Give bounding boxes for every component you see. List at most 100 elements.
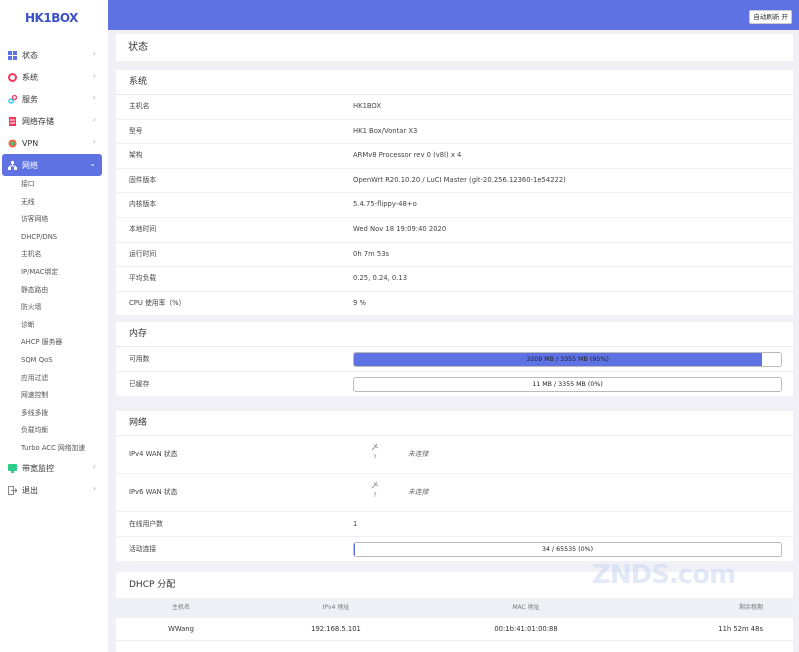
submenu-item[interactable]: 防火墙 — [0, 299, 108, 317]
row-value: ARMv8 Processor rev 0 (v8l) x 4 — [353, 151, 462, 160]
column-header: IPv4 地址 — [322, 604, 350, 611]
wan-unknown-icon: ? — [369, 481, 381, 500]
table-row: 架构 ARMv8 Processor rev 0 (v8l) x 4 — [116, 144, 793, 169]
section-title: 内存 — [116, 322, 793, 347]
cell-mac: 00:1b:41:01:00:88 — [494, 625, 558, 633]
submenu-item[interactable]: 应用过滤 — [0, 370, 108, 388]
submenu-item[interactable]: 接口 — [0, 176, 108, 194]
auto-refresh-button[interactable]: 自动刷新 开 — [749, 10, 792, 24]
sidebar-item-bandwidth[interactable]: 带宽监控 › — [0, 457, 108, 479]
table-row: WWang 192.168.5.101 00:1b:41:01:00:88 11… — [116, 618, 793, 641]
column-header: 剩余租期 — [738, 604, 763, 611]
progress-label: 34 / 65535 (0%) — [541, 546, 594, 553]
sidebar-item-label: 服务 — [22, 94, 38, 104]
submenu-item[interactable]: Turbo ACC 网络加速 — [0, 440, 108, 458]
table-row: 内核版本 5.4.75-flippy-48+o — [116, 193, 793, 218]
row-value: Wed Nov 18 19:09:40 2020 — [353, 224, 447, 233]
submenu-item[interactable]: IP/MAC绑定 — [0, 264, 108, 282]
dashboard-icon — [8, 50, 17, 60]
connections-progress: 34 / 65535 (0%) — [353, 542, 782, 557]
row-label: 本地时间 — [129, 224, 157, 233]
submenu-item[interactable]: 多线多拨 — [0, 405, 108, 423]
submenu-item[interactable]: 无线 — [0, 194, 108, 212]
row-label: 内核版本 — [129, 200, 157, 209]
row-label: 架构 — [129, 151, 143, 160]
icon-caption: ? — [373, 492, 377, 499]
link-icon — [8, 94, 18, 104]
row-label: 可用数 — [129, 355, 150, 363]
table-row: 可用数 3209 MB / 3355 MB (95%) — [116, 347, 793, 372]
row-label: IPv6 WAN 状态 — [129, 488, 178, 496]
row-label: 在线用户数 — [129, 520, 163, 528]
sidebar-item-logout[interactable]: 退出 › — [0, 479, 108, 501]
sidebar-item-system[interactable]: 系统 › — [0, 66, 108, 88]
table-row: 型号 HK1 Box/Vontar X3 — [116, 120, 793, 145]
sidebar-item-services[interactable]: 服务 › — [0, 88, 108, 110]
submenu-item[interactable]: AHCP 服务器 — [0, 334, 108, 352]
sidebar-item-label: 带宽监控 — [22, 463, 54, 473]
sidebar-item-label: 网络存储 — [22, 116, 54, 126]
chevron-right-icon: › — [92, 137, 96, 146]
globe-icon — [8, 139, 17, 148]
wan-status: 未连接 — [408, 450, 429, 458]
cell-lease: 11h 52m 48s — [718, 625, 763, 633]
row-value: 9 % — [353, 298, 366, 307]
sidebar-item-vpn[interactable]: VPN › — [0, 132, 108, 154]
cell-ipv4: 192.168.5.101 — [311, 625, 361, 633]
row-value: 1 — [353, 520, 358, 528]
network-section: 网络 IPv4 WAN 状态 ? 未连接 IPv6 WAN 状态 ? 未连接 在… — [116, 411, 793, 561]
row-label: 固件版本 — [129, 175, 157, 184]
chevron-right-icon: › — [92, 115, 96, 124]
gear-icon — [8, 72, 17, 82]
top-bar: 自动刷新 开 — [108, 0, 799, 30]
sidebar-item-label: 退出 — [22, 485, 38, 495]
table-row: 活动连接 34 / 65535 (0%) — [116, 537, 793, 561]
submenu-item[interactable]: SQM QoS — [0, 352, 108, 370]
watermark: ZNDS.com — [592, 560, 736, 590]
network-icon — [8, 160, 17, 170]
row-label: CPU 使用率（%） — [129, 298, 186, 307]
section-title: 系统 — [116, 70, 793, 95]
submenu-item[interactable]: 诊断 — [0, 317, 108, 335]
memory-section: 内存 可用数 3209 MB / 3355 MB (95%) 已缓存 11 MB… — [116, 322, 793, 396]
table-header: 主机名 IPv4 地址 MAC 地址 剩余租期 — [116, 598, 793, 618]
row-value: 5.4.75-flippy-48+o — [353, 200, 417, 209]
table-row: CPU 使用率（%） 9 % — [116, 292, 793, 316]
table-row: 平均负载 0.25, 0.24, 0.13 — [116, 267, 793, 292]
logo: HK1BOX — [25, 11, 78, 25]
row-label: 型号 — [129, 126, 143, 135]
progress-label: 3209 MB / 3355 MB (95%) — [526, 356, 609, 363]
row-value: OpenWrt R20.10.20 / LuCI Master (git-20.… — [353, 175, 566, 184]
sidebar-item-label: 系统 — [22, 72, 38, 82]
row-label: 主机名 — [129, 102, 150, 110]
submenu-item[interactable]: 负载均衡 — [0, 422, 108, 440]
storage-icon — [8, 116, 17, 126]
submenu-item[interactable]: 网速控制 — [0, 387, 108, 405]
memory-cached-progress: 11 MB / 3355 MB (0%) — [353, 377, 782, 392]
table-row: 主机名 HK1BOX — [116, 95, 793, 120]
submenu-item[interactable]: DHCP/DNS — [0, 229, 108, 247]
sidebar-item-label: VPN — [22, 138, 39, 148]
sidebar: HK1BOX 状态 › 系统 › 服务 › 网络存储 › VPN › 网络 ⌄ … — [0, 0, 108, 652]
chevron-right-icon: › — [92, 93, 96, 102]
sidebar-item-status[interactable]: 状态 › — [0, 44, 108, 66]
submenu-item[interactable]: 静态路由 — [0, 282, 108, 300]
row-label: 运行时间 — [129, 249, 157, 258]
memory-available-progress: 3209 MB / 3355 MB (95%) — [353, 352, 782, 367]
table-row: 运行时间 0h 7m 53s — [116, 243, 793, 268]
row-label: IPv4 WAN 状态 — [129, 450, 178, 458]
table-row: 本地时间 Wed Nov 18 19:09:40 2020 — [116, 218, 793, 243]
chevron-right-icon: › — [92, 462, 96, 471]
sidebar-menu: 状态 › 系统 › 服务 › 网络存储 › VPN › 网络 ⌄ — [0, 44, 108, 176]
chevron-right-icon: › — [92, 484, 96, 493]
row-value: 0h 7m 53s — [353, 249, 390, 258]
submenu-item[interactable]: 访客网络 — [0, 211, 108, 229]
sidebar-item-network[interactable]: 网络 ⌄ — [2, 154, 102, 176]
submenu-item[interactable]: 主机名 — [0, 246, 108, 264]
sidebar-item-nas[interactable]: 网络存储 › — [0, 110, 108, 132]
wan-status: 未连接 — [408, 488, 429, 496]
chevron-down-icon: ⌄ — [89, 159, 96, 168]
wan-unknown-icon: ? — [369, 443, 381, 462]
page-header: 状态 — [116, 34, 793, 61]
icon-caption: ? — [373, 454, 377, 461]
